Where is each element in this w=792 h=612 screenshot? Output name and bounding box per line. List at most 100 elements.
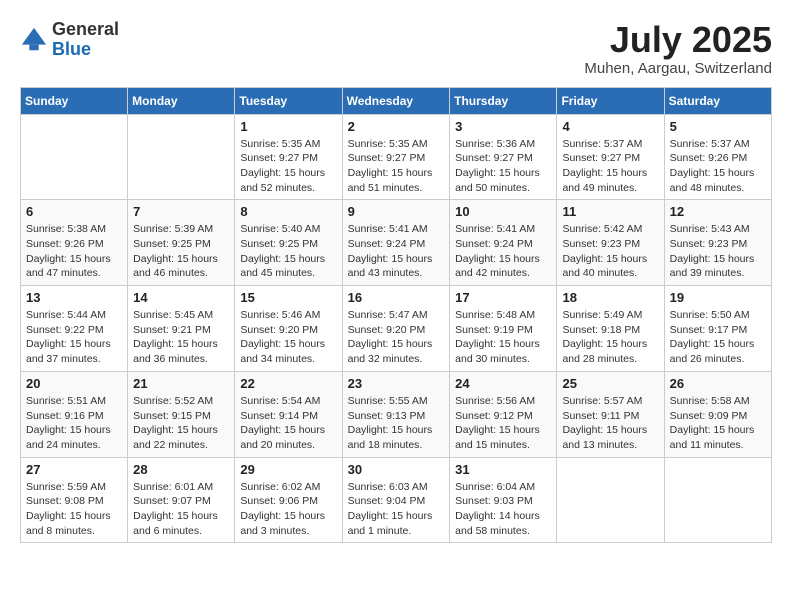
week-row-4: 20Sunrise: 5:51 AM Sunset: 9:16 PM Dayli…	[21, 371, 772, 457]
day-number: 23	[348, 376, 445, 391]
weekday-header-saturday: Saturday	[664, 87, 771, 114]
day-number: 26	[670, 376, 766, 391]
day-info: Sunrise: 5:59 AM Sunset: 9:08 PM Dayligh…	[26, 480, 122, 539]
day-info: Sunrise: 6:04 AM Sunset: 9:03 PM Dayligh…	[455, 480, 551, 539]
day-number: 11	[562, 204, 658, 219]
weekday-header-monday: Monday	[128, 87, 235, 114]
day-info: Sunrise: 5:55 AM Sunset: 9:13 PM Dayligh…	[348, 394, 445, 453]
calendar-cell: 21 Sunrise: 5:52 AM Sunset: 9:15 PM Dayli…	[128, 371, 235, 457]
calendar-cell	[21, 114, 128, 200]
day-info: Sunrise: 6:01 AM Sunset: 9:07 PM Dayligh…	[133, 480, 229, 539]
day-info: Sunrise: 5:51 AM Sunset: 9:16 PM Dayligh…	[26, 394, 122, 453]
day-info: Sunrise: 5:37 AM Sunset: 9:26 PM Dayligh…	[670, 137, 766, 196]
calendar-cell	[557, 457, 664, 543]
calendar-cell	[664, 457, 771, 543]
calendar-cell: 5 Sunrise: 5:37 AM Sunset: 9:26 PM Daylig…	[664, 114, 771, 200]
day-info: Sunrise: 5:52 AM Sunset: 9:15 PM Dayligh…	[133, 394, 229, 453]
day-info: Sunrise: 5:35 AM Sunset: 9:27 PM Dayligh…	[240, 137, 336, 196]
calendar-table: SundayMondayTuesdayWednesdayThursdayFrid…	[20, 87, 772, 544]
day-info: Sunrise: 5:46 AM Sunset: 9:20 PM Dayligh…	[240, 308, 336, 367]
day-number: 2	[348, 119, 445, 134]
calendar-cell: 12 Sunrise: 5:43 AM Sunset: 9:23 PM Dayli…	[664, 200, 771, 286]
day-info: Sunrise: 5:49 AM Sunset: 9:18 PM Dayligh…	[562, 308, 658, 367]
day-number: 31	[455, 462, 551, 477]
weekday-header-wednesday: Wednesday	[342, 87, 450, 114]
calendar-cell: 6Sunrise: 5:38 AM Sunset: 9:26 PM Daylig…	[21, 200, 128, 286]
day-number: 25	[562, 376, 658, 391]
calendar-cell: 11 Sunrise: 5:42 AM Sunset: 9:23 PM Dayli…	[557, 200, 664, 286]
calendar-cell: 19Sunrise: 5:50 AM Sunset: 9:17 PM Dayli…	[664, 286, 771, 372]
day-info: Sunrise: 5:44 AM Sunset: 9:22 PM Dayligh…	[26, 308, 122, 367]
day-number: 5	[670, 119, 766, 134]
calendar-cell: 18Sunrise: 5:49 AM Sunset: 9:18 PM Dayli…	[557, 286, 664, 372]
day-number: 7	[133, 204, 229, 219]
day-info: Sunrise: 5:35 AM Sunset: 9:27 PM Dayligh…	[348, 137, 445, 196]
day-info: Sunrise: 6:02 AM Sunset: 9:06 PM Dayligh…	[240, 480, 336, 539]
day-number: 4	[562, 119, 658, 134]
day-info: Sunrise: 5:54 AM Sunset: 9:14 PM Dayligh…	[240, 394, 336, 453]
day-number: 22	[240, 376, 336, 391]
calendar-cell: 1Sunrise: 5:35 AM Sunset: 9:27 PM Daylig…	[235, 114, 342, 200]
day-info: Sunrise: 5:40 AM Sunset: 9:25 PM Dayligh…	[240, 222, 336, 281]
day-info: Sunrise: 5:36 AM Sunset: 9:27 PM Dayligh…	[455, 137, 551, 196]
day-number: 28	[133, 462, 229, 477]
week-row-2: 6Sunrise: 5:38 AM Sunset: 9:26 PM Daylig…	[21, 200, 772, 286]
day-number: 15	[240, 290, 336, 305]
day-info: Sunrise: 5:42 AM Sunset: 9:23 PM Dayligh…	[562, 222, 658, 281]
calendar-cell: 3Sunrise: 5:36 AM Sunset: 9:27 PM Daylig…	[450, 114, 557, 200]
logo-text: General Blue	[52, 20, 119, 60]
day-info: Sunrise: 5:41 AM Sunset: 9:24 PM Dayligh…	[455, 222, 551, 281]
calendar-cell: 10 Sunrise: 5:41 AM Sunset: 9:24 PM Dayli…	[450, 200, 557, 286]
day-number: 17	[455, 290, 551, 305]
weekday-header-friday: Friday	[557, 87, 664, 114]
day-info: Sunrise: 5:43 AM Sunset: 9:23 PM Dayligh…	[670, 222, 766, 281]
day-number: 8	[240, 204, 336, 219]
calendar-cell: 22 Sunrise: 5:54 AM Sunset: 9:14 PM Dayli…	[235, 371, 342, 457]
calendar-cell: 15 Sunrise: 5:46 AM Sunset: 9:20 PM Dayli…	[235, 286, 342, 372]
calendar-cell: 2 Sunrise: 5:35 AM Sunset: 9:27 PM Daylig…	[342, 114, 450, 200]
day-number: 27	[26, 462, 122, 477]
calendar-cell: 4 Sunrise: 5:37 AM Sunset: 9:27 PM Daylig…	[557, 114, 664, 200]
weekday-header-row: SundayMondayTuesdayWednesdayThursdayFrid…	[21, 87, 772, 114]
day-number: 9	[348, 204, 445, 219]
day-info: Sunrise: 5:47 AM Sunset: 9:20 PM Dayligh…	[348, 308, 445, 367]
calendar-cell: 29Sunrise: 6:02 AM Sunset: 9:06 PM Dayli…	[235, 457, 342, 543]
day-number: 10	[455, 204, 551, 219]
location: Muhen, Aargau, Switzerland	[584, 60, 772, 77]
calendar-cell: 8 Sunrise: 5:40 AM Sunset: 9:25 PM Daylig…	[235, 200, 342, 286]
weekday-header-thursday: Thursday	[450, 87, 557, 114]
day-info: Sunrise: 5:37 AM Sunset: 9:27 PM Dayligh…	[562, 137, 658, 196]
day-info: Sunrise: 5:45 AM Sunset: 9:21 PM Dayligh…	[133, 308, 229, 367]
day-info: Sunrise: 5:39 AM Sunset: 9:25 PM Dayligh…	[133, 222, 229, 281]
page-header: General Blue July 2025 Muhen, Aargau, Sw…	[20, 20, 772, 77]
calendar-cell: 17Sunrise: 5:48 AM Sunset: 9:19 PM Dayli…	[450, 286, 557, 372]
calendar-cell: 7 Sunrise: 5:39 AM Sunset: 9:25 PM Daylig…	[128, 200, 235, 286]
logo-icon	[20, 26, 48, 54]
calendar-cell: 27 Sunrise: 5:59 AM Sunset: 9:08 PM Dayli…	[21, 457, 128, 543]
month-title: July 2025	[584, 20, 772, 60]
calendar-cell	[128, 114, 235, 200]
day-number: 24	[455, 376, 551, 391]
day-number: 6	[26, 204, 122, 219]
day-info: Sunrise: 5:58 AM Sunset: 9:09 PM Dayligh…	[670, 394, 766, 453]
day-number: 12	[670, 204, 766, 219]
calendar-cell: 31 Sunrise: 6:04 AM Sunset: 9:03 PM Dayli…	[450, 457, 557, 543]
day-info: Sunrise: 5:56 AM Sunset: 9:12 PM Dayligh…	[455, 394, 551, 453]
day-number: 13	[26, 290, 122, 305]
weekday-header-sunday: Sunday	[21, 87, 128, 114]
day-number: 21	[133, 376, 229, 391]
calendar-cell: 16Sunrise: 5:47 AM Sunset: 9:20 PM Dayli…	[342, 286, 450, 372]
calendar-cell: 13 Sunrise: 5:44 AM Sunset: 9:22 PM Dayli…	[21, 286, 128, 372]
day-info: Sunrise: 6:03 AM Sunset: 9:04 PM Dayligh…	[348, 480, 445, 539]
title-block: July 2025 Muhen, Aargau, Switzerland	[584, 20, 772, 77]
day-info: Sunrise: 5:57 AM Sunset: 9:11 PM Dayligh…	[562, 394, 658, 453]
logo: General Blue	[20, 20, 119, 60]
week-row-5: 27 Sunrise: 5:59 AM Sunset: 9:08 PM Dayli…	[21, 457, 772, 543]
day-number: 30	[348, 462, 445, 477]
calendar-cell: 30 Sunrise: 6:03 AM Sunset: 9:04 PM Dayli…	[342, 457, 450, 543]
calendar-cell: 28 Sunrise: 6:01 AM Sunset: 9:07 PM Dayli…	[128, 457, 235, 543]
calendar-cell: 9Sunrise: 5:41 AM Sunset: 9:24 PM Daylig…	[342, 200, 450, 286]
calendar-cell: 26 Sunrise: 5:58 AM Sunset: 9:09 PM Dayli…	[664, 371, 771, 457]
week-row-3: 13 Sunrise: 5:44 AM Sunset: 9:22 PM Dayli…	[21, 286, 772, 372]
calendar-cell: 25 Sunrise: 5:57 AM Sunset: 9:11 PM Dayli…	[557, 371, 664, 457]
